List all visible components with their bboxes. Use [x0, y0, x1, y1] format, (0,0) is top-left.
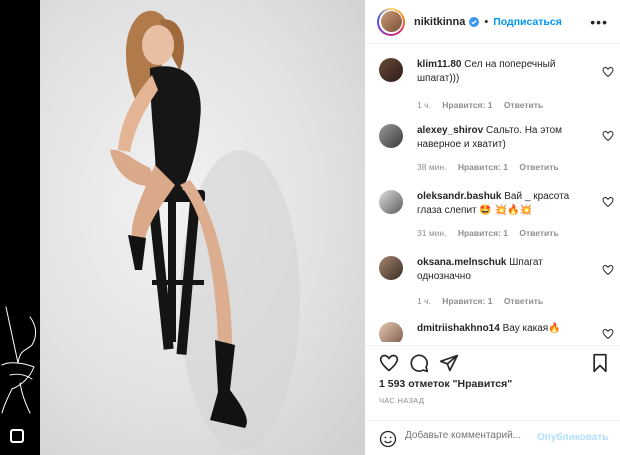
hand-doodle-illustration	[1, 306, 37, 414]
more-options-icon[interactable]: •••	[590, 14, 608, 30]
post-header: nikitkinna • Подписаться •••	[365, 0, 620, 44]
reply-button[interactable]: Ответить	[519, 228, 558, 238]
like-comment-heart-icon[interactable]	[602, 196, 614, 208]
comment-meta: 1 ч. Нравится: 1 Ответить	[417, 100, 552, 110]
comment-time[interactable]: 38 мин.	[417, 162, 446, 172]
expand-icon[interactable]	[10, 429, 24, 443]
reply-button[interactable]: Ответить	[519, 162, 558, 172]
comment-likes[interactable]: Нравится: 1	[442, 296, 492, 306]
comment-avatar[interactable]	[379, 322, 403, 342]
comment-username[interactable]: alexey_shirov	[417, 125, 483, 136]
verified-badge-icon	[469, 16, 480, 27]
reply-button[interactable]: Ответить	[504, 100, 543, 110]
emoji-smile-icon[interactable]	[379, 430, 397, 448]
comment-meta: 1 ч. Нравится: 1 Ответить	[417, 296, 552, 306]
post-actions: 1 593 отметок "Нравится" ЧАС НАЗАД	[365, 345, 620, 406]
comment-time[interactable]: 31 мин.	[417, 228, 446, 238]
comment-meta: 31 мин. Нравится: 1 Ответить	[417, 228, 568, 238]
comment-avatar[interactable]	[379, 256, 403, 280]
post-photo[interactable]	[40, 0, 365, 455]
author-username[interactable]: nikitkinna	[414, 16, 465, 28]
comment-username[interactable]: oksana.melnschuk	[417, 257, 506, 268]
comment-avatar[interactable]	[379, 190, 403, 214]
comment-time[interactable]: 1 ч.	[417, 100, 431, 110]
save-bookmark-icon[interactable]	[590, 353, 610, 373]
comment-text: Вау какая🔥	[502, 323, 561, 334]
photo-illustration	[110, 10, 300, 450]
post-side-panel: nikitkinna • Подписаться ••• klim11.80 С…	[365, 0, 620, 455]
like-comment-heart-icon[interactable]	[602, 328, 614, 340]
like-comment-heart-icon[interactable]	[602, 130, 614, 142]
reply-button[interactable]: Ответить	[504, 296, 543, 306]
comment-username[interactable]: klim11.80	[417, 59, 461, 70]
share-paper-plane-icon[interactable]	[439, 353, 459, 373]
comment-likes[interactable]: Нравится: 1	[458, 162, 508, 172]
comment-meta: 38 мин. Нравится: 1 Ответить	[417, 162, 568, 172]
left-strip	[0, 0, 40, 455]
add-comment-bar: Опубликовать	[365, 420, 620, 455]
follow-button[interactable]: Подписаться	[493, 16, 562, 28]
like-heart-icon[interactable]	[379, 353, 399, 373]
comment-bubble-icon[interactable]	[409, 353, 429, 373]
comment-time[interactable]: 1 ч.	[417, 296, 431, 306]
like-comment-heart-icon[interactable]	[602, 264, 614, 276]
likes-count[interactable]: 1 593 отметок "Нравится"	[379, 378, 512, 390]
comment-likes[interactable]: Нравится: 1	[442, 100, 492, 110]
comment-likes[interactable]: Нравится: 1	[458, 228, 508, 238]
post-timestamp: ЧАС НАЗАД	[379, 396, 425, 405]
author-avatar[interactable]	[377, 7, 405, 36]
publish-button[interactable]: Опубликовать	[537, 432, 608, 443]
comment-avatar[interactable]	[379, 58, 403, 82]
comment-username[interactable]: dmitriishakhno14	[417, 323, 500, 334]
separator-dot: •	[484, 15, 489, 28]
like-comment-heart-icon[interactable]	[602, 66, 614, 78]
comment-username[interactable]: oleksandr.bashuk	[417, 191, 501, 202]
comment-avatar[interactable]	[379, 124, 403, 148]
comments-list[interactable]: klim11.80 Сел на поперечный шпагат))) 1 …	[365, 52, 620, 342]
comment-input[interactable]	[405, 430, 545, 441]
